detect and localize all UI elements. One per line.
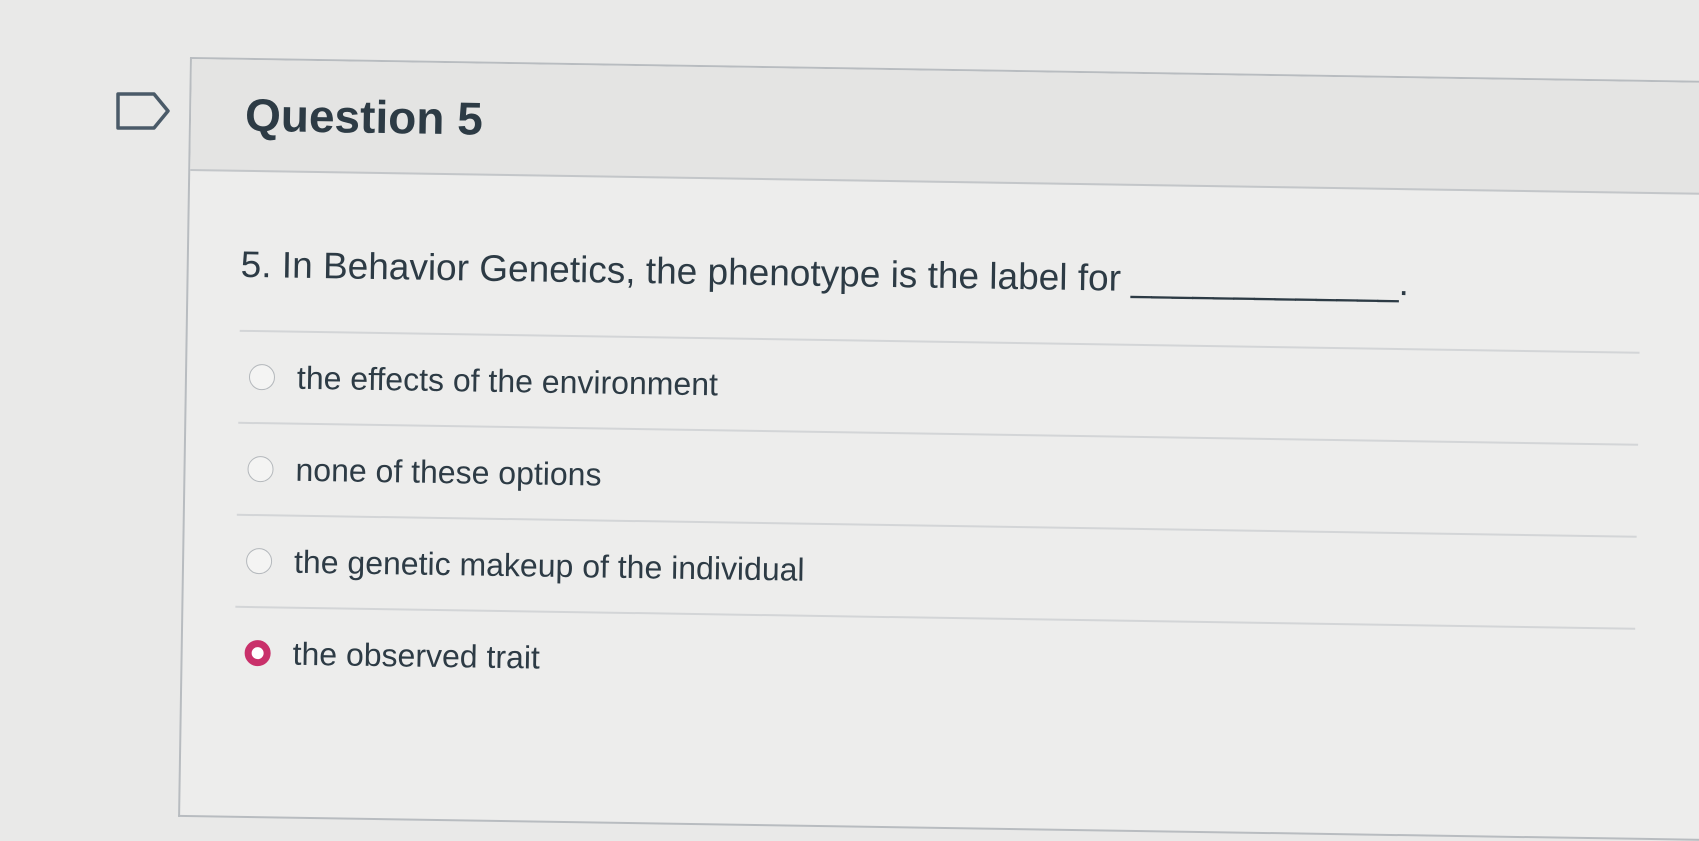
- question-card: Question 5 5. In Behavior Genetics, the …: [178, 57, 1699, 841]
- answer-label[interactable]: none of these options: [295, 451, 602, 493]
- flag-question-icon[interactable]: [116, 92, 170, 130]
- question-body: 5. In Behavior Genetics, the phenotype i…: [182, 171, 1699, 721]
- question-title: Question 5: [244, 88, 484, 145]
- radio-button-icon[interactable]: [245, 547, 273, 575]
- answer-list: the effects of the environment none of t…: [233, 329, 1640, 720]
- answer-label[interactable]: the effects of the environment: [297, 359, 719, 403]
- answer-label[interactable]: the observed trait: [292, 635, 540, 676]
- answer-label[interactable]: the genetic makeup of the individual: [294, 543, 805, 588]
- radio-button-checked-icon[interactable]: [244, 639, 271, 667]
- question-text: 5. In Behavior Genetics, the phenotype i…: [240, 243, 1410, 304]
- radio-button-icon[interactable]: [248, 363, 276, 391]
- radio-button-icon[interactable]: [247, 455, 274, 483]
